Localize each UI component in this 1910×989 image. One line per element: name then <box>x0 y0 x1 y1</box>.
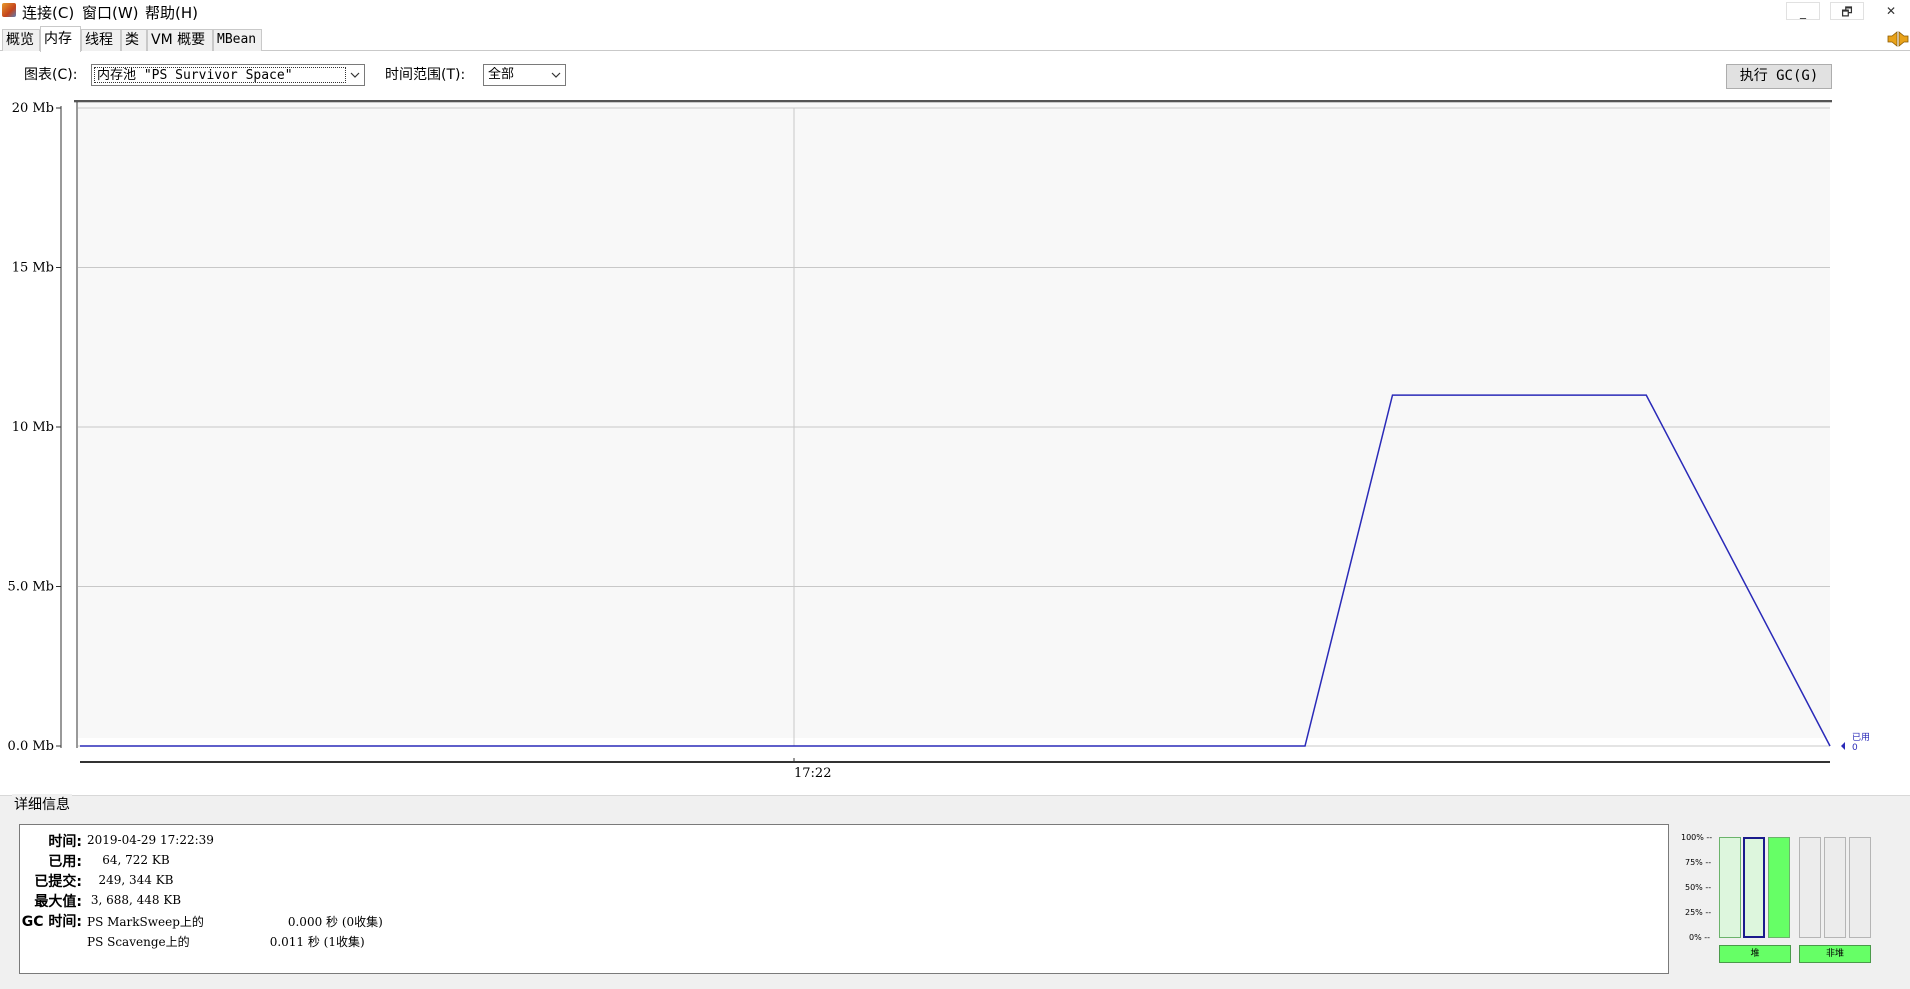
legend-value: 0 <box>1852 743 1858 753</box>
legend-marker <box>1841 742 1845 750</box>
y-tick-label: 15 Mb <box>12 261 54 276</box>
menu-help[interactable]: 帮助(H) <box>145 2 198 23</box>
detail-max-value: 3, 688, 448 KB <box>87 893 182 907</box>
pct-75: 75% -- <box>1685 858 1712 867</box>
heap-button[interactable]: 堆 <box>1719 945 1791 963</box>
detail-used-value: 64, 722 KB <box>87 853 170 867</box>
memory-pool-bars: 100% -- 75% -- 50% -- 25% -- 0% -- 堆 非堆 <box>1674 825 1874 975</box>
minimize-button[interactable]: _ <box>1786 2 1820 20</box>
detail-time-value: 2019-04-29 17:22:39 <box>87 833 214 847</box>
speaker-icon[interactable] <box>1887 31 1909 47</box>
detail-committed-value: 249, 344 KB <box>87 873 174 887</box>
close-button[interactable]: ✕ <box>1874 2 1908 20</box>
detail-gc-marksweep-value: PS MarkSweep上的 0.000 秒 (0收集) <box>87 915 383 929</box>
tab-vm-summary[interactable]: VM 概要 <box>147 29 213 51</box>
time-range-selector[interactable]: 全部 <box>483 64 566 86</box>
detail-gc-time-label: GC 时间: <box>21 914 82 930</box>
pct-100: 100% -- <box>1681 833 1713 842</box>
detail-time-label: 时间: <box>48 834 82 850</box>
tab-bar: 概览 内存 线程 类 VM 概要 MBean <box>0 26 1910 52</box>
pct-0: 0% -- <box>1689 933 1711 942</box>
y-tick-label: 5.0 Mb <box>8 580 54 595</box>
nonheap-pool-bar-3[interactable] <box>1849 837 1871 938</box>
y-tick-label: 20 Mb <box>12 101 54 116</box>
legend-label: 已用 <box>1852 732 1870 743</box>
nonheap-pool-bar-2[interactable] <box>1824 837 1846 938</box>
bar-fill <box>1769 838 1789 937</box>
tab-mbean[interactable]: MBean <box>213 29 262 51</box>
detail-gc-scavenge-value: PS Scavenge上的 0.011 秒 (1收集) <box>87 935 365 949</box>
x-tick-label: 17:22 <box>794 766 831 781</box>
y-tick-label: 10 Mb <box>12 420 54 435</box>
menu-bar: 连接(C) 窗口(W) 帮助(H) _ 🗗 ✕ <box>0 0 1910 22</box>
time-range-label: 时间范围(T): <box>385 67 466 83</box>
heap-pool-bar-survivor[interactable] <box>1743 837 1765 938</box>
chevron-down-icon <box>551 72 561 78</box>
java-app-icon <box>2 3 16 17</box>
heap-pool-bar-old[interactable] <box>1768 837 1790 938</box>
plot-background <box>78 100 1830 738</box>
detail-max-label: 最大值: <box>34 894 82 910</box>
chart-selector[interactable]: 内存池 "PS Survivor Space" <box>91 64 365 86</box>
y-tick-label: 0.0 Mb <box>8 739 54 754</box>
restore-button[interactable]: 🗗 <box>1830 2 1864 20</box>
tab-classes[interactable]: 类 <box>121 29 147 51</box>
menu-connect[interactable]: 连接(C) <box>22 2 74 23</box>
details-title: 详细信息 <box>12 794 72 814</box>
detail-committed-label: 已提交: <box>34 874 82 890</box>
y-axis-ticks: 20 Mb 15 Mb 10 Mb 5.0 Mb 0.0 Mb <box>8 101 61 754</box>
heap-pool-bar-eden[interactable] <box>1719 837 1741 938</box>
perform-gc-button[interactable]: 执行 GC(G) <box>1726 64 1832 89</box>
nonheap-button[interactable]: 非堆 <box>1799 945 1871 963</box>
chart-selector-value: 内存池 "PS Survivor Space" <box>94 67 346 83</box>
chart-selector-label: 图表(C): <box>24 67 78 83</box>
tab-overview[interactable]: 概览 <box>2 29 40 51</box>
details-box: 时间: 2019-04-29 17:22:39 已用: 64, 722 KB 已… <box>19 824 1669 974</box>
detail-used-label: 已用: <box>48 854 82 870</box>
pct-25: 25% -- <box>1685 908 1712 917</box>
memory-chart: 20 Mb 15 Mb 10 Mb 5.0 Mb 0.0 Mb 17:22 已用 0 <box>8 100 1870 781</box>
tab-threads[interactable]: 线程 <box>81 29 121 51</box>
menu-window[interactable]: 窗口(W) <box>82 2 139 23</box>
chevron-down-icon <box>350 72 360 78</box>
pct-50: 50% -- <box>1685 883 1712 892</box>
nonheap-pool-bar-1[interactable] <box>1799 837 1821 938</box>
tab-memory[interactable]: 内存 <box>40 26 81 52</box>
time-range-value: 全部 <box>488 67 515 82</box>
